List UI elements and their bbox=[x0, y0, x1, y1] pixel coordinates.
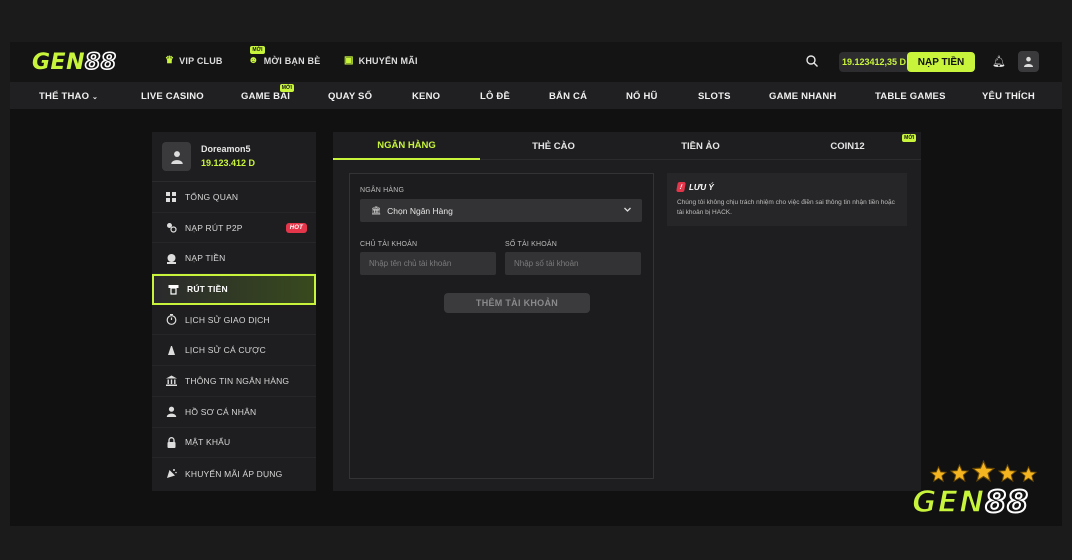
deposit-button[interactable]: NẠP TIỀN bbox=[907, 52, 975, 72]
app-frame: GEN88 ♛ VIP CLUB ☻ MỚI MỜI BẠN BÈ ▣ KHUYẾ… bbox=[10, 42, 1062, 526]
notice-title: ! LƯU Ý bbox=[676, 182, 714, 192]
stars bbox=[930, 460, 1037, 483]
sidebar-item-password[interactable]: MẬT KHẨU bbox=[152, 428, 316, 459]
deposit-icon bbox=[165, 252, 177, 264]
bank-select[interactable]: 🏛︎ Chọn Ngân Hàng bbox=[360, 199, 642, 222]
watermark-wordmark: GEN88 bbox=[911, 485, 1029, 521]
tab-scratch-card[interactable]: THẺ CÀO bbox=[480, 132, 627, 160]
notice-text: Chúng tôi không chịu trách nhiệm cho việ… bbox=[677, 199, 895, 216]
invite-friends-link[interactable]: ☻ MỚI MỜI BẠN BÈ bbox=[248, 46, 320, 66]
category-lo-de[interactable]: LÔ ĐỀ bbox=[480, 91, 510, 102]
category-lottery-draw[interactable]: QUAY SỐ bbox=[328, 91, 372, 102]
account-holder-input[interactable] bbox=[360, 252, 496, 275]
gift-icon: ▣ bbox=[344, 55, 354, 66]
friends-icon: ☻ MỚI bbox=[248, 46, 265, 66]
star-icon bbox=[930, 466, 947, 483]
bet-history-icon bbox=[165, 344, 177, 356]
logo[interactable]: GEN88 bbox=[32, 50, 117, 76]
bell-icon[interactable]: 🔔︎ bbox=[992, 55, 1006, 68]
crown-icon: ♛ bbox=[165, 55, 175, 66]
category-card-games[interactable]: GAME BÀI MỚI bbox=[241, 84, 295, 102]
lock-icon bbox=[165, 436, 177, 448]
category-nav: THỂ THAO ⌄ LIVE CASINO GAME BÀI MỚI QUAY … bbox=[10, 82, 1062, 109]
notice-box: ! LƯU Ý Chúng tôi không chịu trách nhiệm… bbox=[667, 173, 907, 226]
tab-crypto[interactable]: TIỀN ẢO bbox=[627, 132, 774, 160]
withdraw-panel: NGÂN HÀNG THẺ CÀO TIỀN ẢO COIN12 MỚI NGÂN… bbox=[333, 132, 921, 491]
user-menu-button[interactable] bbox=[1018, 51, 1039, 72]
category-slots[interactable]: SLOTS bbox=[698, 91, 731, 102]
username: Doreamon5 bbox=[201, 144, 251, 154]
sidebar-item-deposit[interactable]: NẠP TIỀN bbox=[152, 243, 316, 275]
search-icon[interactable] bbox=[805, 54, 819, 68]
p2p-icon bbox=[165, 222, 177, 234]
profile-balance: 19.123.412 D bbox=[201, 158, 256, 168]
sidebar-item-bet-history[interactable]: LỊCH SỬ CÁ CƯỢC bbox=[152, 335, 316, 367]
category-live-casino[interactable]: LIVE CASINO bbox=[141, 91, 204, 102]
sidebar-item-overview[interactable]: TỔNG QUAN bbox=[152, 182, 316, 213]
category-quick-games[interactable]: GAME NHANH bbox=[769, 91, 836, 102]
category-fishing[interactable]: BẮN CÁ bbox=[549, 91, 587, 102]
sidebar-item-bank-info[interactable]: THÔNG TIN NGÂN HÀNG bbox=[152, 366, 316, 397]
balance-display: 19.123412,35 D bbox=[839, 52, 909, 72]
chevron-down-icon: ⌄ bbox=[92, 94, 99, 101]
person-icon bbox=[1024, 56, 1033, 67]
grid-icon bbox=[165, 191, 177, 203]
vip-club-link[interactable]: ♛ VIP CLUB bbox=[165, 55, 223, 66]
profile-card: Doreamon5 19.123.412 D bbox=[152, 132, 316, 182]
category-jackpot[interactable]: NỔ HŨ bbox=[626, 91, 658, 102]
category-favorites[interactable]: YÊU THÍCH bbox=[982, 91, 1035, 102]
tab-bank[interactable]: NGÂN HÀNG bbox=[333, 132, 480, 160]
bank-icon: 🏛︎ bbox=[371, 206, 382, 215]
hot-badge: HOT bbox=[285, 222, 307, 233]
star-icon bbox=[998, 464, 1017, 483]
withdraw-icon bbox=[167, 283, 179, 295]
star-icon bbox=[950, 464, 969, 483]
star-icon bbox=[1020, 466, 1037, 483]
person-icon bbox=[165, 406, 177, 418]
category-table-games[interactable]: TABLE GAMES bbox=[875, 91, 946, 102]
avatar bbox=[162, 142, 191, 171]
method-tabs: NGÂN HÀNG THẺ CÀO TIỀN ẢO COIN12 MỚI bbox=[333, 132, 921, 160]
sidebar-item-profile[interactable]: HỒ SƠ CÁ NHÂN bbox=[152, 397, 316, 428]
category-sports[interactable]: THỂ THAO ⌄ bbox=[39, 91, 98, 102]
person-icon bbox=[170, 150, 183, 164]
sidebar-item-transaction-history[interactable]: LỊCH SỬ GIAO DỊCH bbox=[152, 305, 316, 336]
promotions-link[interactable]: ▣ KHUYẾN MÃI bbox=[344, 55, 418, 66]
sidebar-item-withdraw[interactable]: RÚT TIỀN bbox=[152, 274, 316, 305]
account-number-label: SỐ TÀI KHOẢN bbox=[505, 241, 558, 248]
top-header: GEN88 ♛ VIP CLUB ☻ MỚI MỜI BẠN BÈ ▣ KHUYẾ… bbox=[10, 42, 1062, 82]
new-badge: MỚI bbox=[250, 46, 265, 54]
sidebar-item-p2p[interactable]: NẠP RÚT P2P HOT bbox=[152, 213, 316, 244]
tab-coin12[interactable]: COIN12 MỚI bbox=[774, 132, 921, 160]
star-icon bbox=[972, 460, 995, 482]
bank-label: NGÂN HÀNG bbox=[360, 187, 405, 194]
alert-icon: ! bbox=[676, 182, 686, 192]
promo-icon bbox=[165, 468, 177, 480]
new-badge: MỚI bbox=[902, 134, 916, 142]
add-account-button[interactable]: THÊM TÀI KHOẢN bbox=[444, 293, 590, 313]
sidebar-item-applied-promos[interactable]: KHUYẾN MÃI ÁP DỤNG bbox=[152, 458, 316, 489]
account-holder-label: CHỦ TÀI KHOẢN bbox=[360, 241, 418, 248]
new-badge: MỚI bbox=[279, 84, 295, 92]
history-icon bbox=[165, 314, 177, 326]
bank-icon bbox=[165, 375, 177, 387]
account-sidebar: Doreamon5 19.123.412 D TỔNG QUAN NẠP RÚT… bbox=[152, 132, 316, 491]
add-bank-form: NGÂN HÀNG 🏛︎ Chọn Ngân Hàng CHỦ TÀI KHOẢ… bbox=[349, 173, 654, 479]
account-number-input[interactable] bbox=[505, 252, 641, 275]
watermark-logo: GEN88 bbox=[911, 460, 1052, 530]
category-keno[interactable]: KENO bbox=[412, 91, 440, 102]
chevron-down-icon bbox=[624, 207, 631, 212]
